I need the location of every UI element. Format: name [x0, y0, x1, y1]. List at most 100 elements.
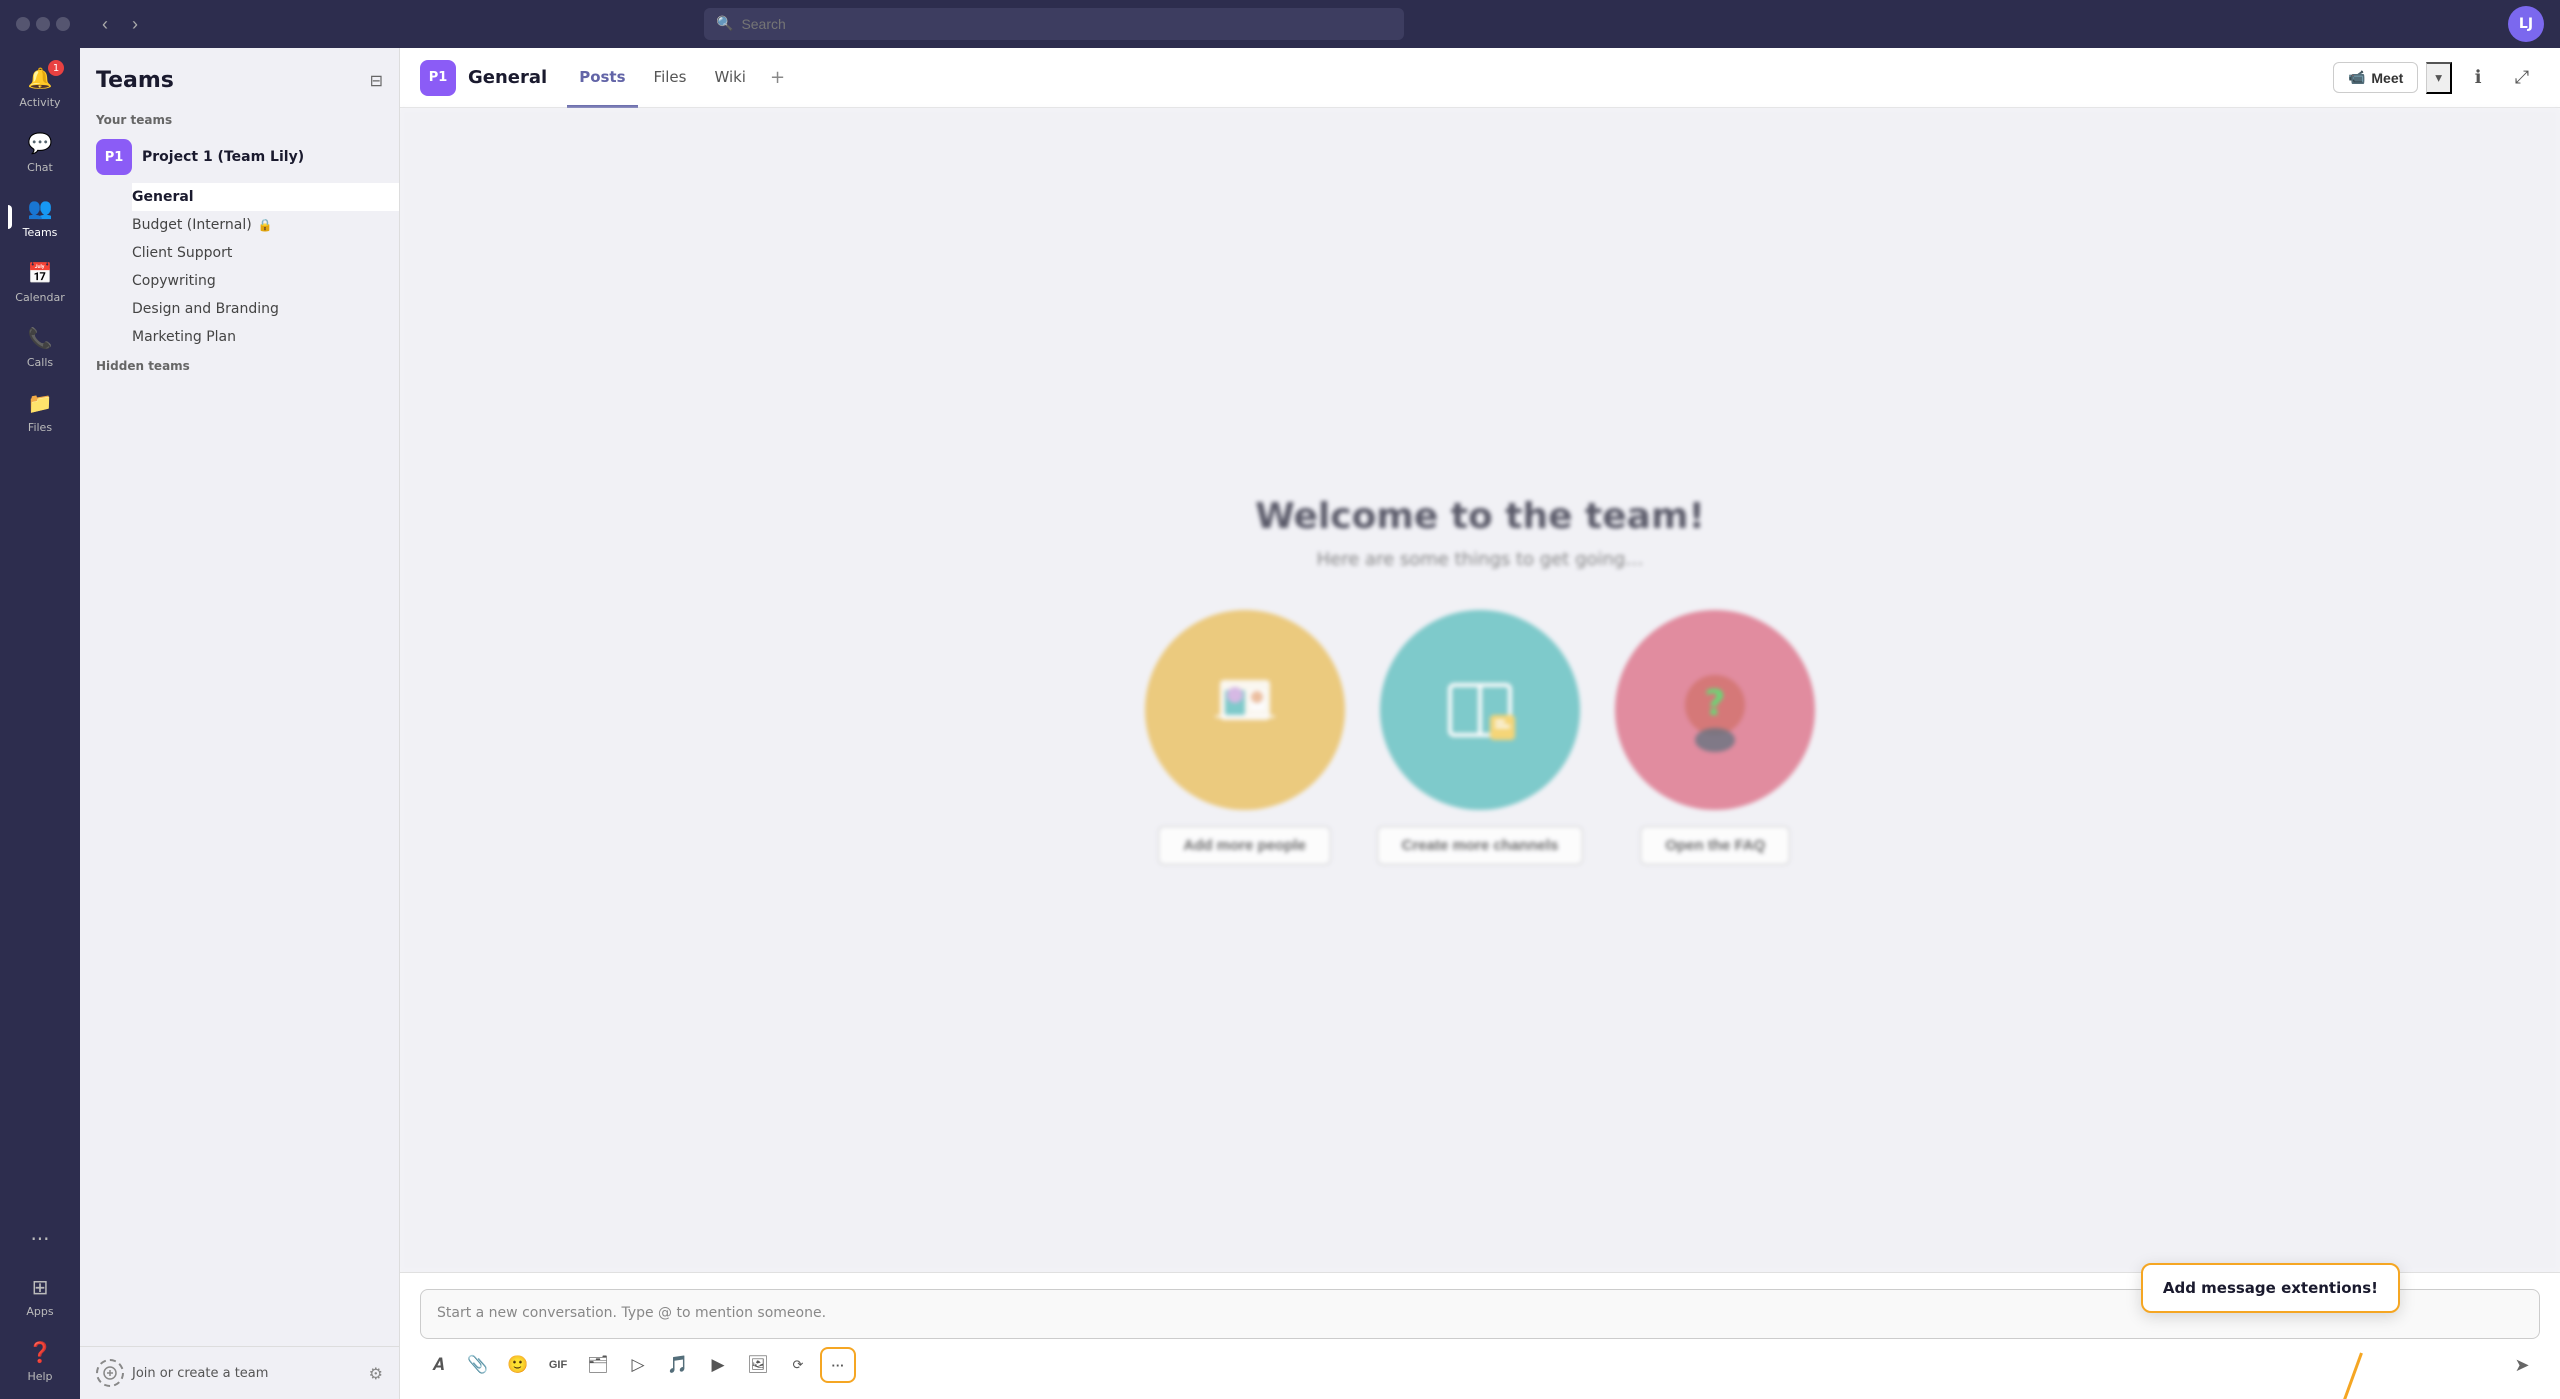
channel-general[interactable]: General: [132, 183, 399, 211]
image-icon: 🖼: [747, 1355, 769, 1375]
sidebar-item-apps[interactable]: ⊞ Apps: [8, 1265, 72, 1326]
tab-files[interactable]: Files: [642, 49, 699, 108]
files-label: Files: [28, 421, 52, 434]
gif-button[interactable]: GIF: [540, 1347, 576, 1383]
channel-name-client-support: Client Support: [132, 245, 232, 261]
sidebar-item-more[interactable]: ···: [8, 1217, 72, 1261]
apps-label: Apps: [26, 1305, 53, 1318]
welcome-subtitle: Here are some things to get going…: [1317, 549, 1644, 570]
nav-controls: ‹ ›: [94, 10, 146, 39]
filter-icon[interactable]: ⊟: [370, 71, 383, 90]
calendar-label: Calendar: [15, 291, 64, 304]
welcome-card-channels: Create more channels: [1377, 610, 1584, 865]
loop-button[interactable]: ⟳: [780, 1347, 816, 1383]
title-bar: ‹ › 🔍 LJ: [0, 0, 2560, 48]
header-right: 📹 Meet ▾ ℹ ⤢: [2333, 60, 2540, 96]
svg-text:?: ?: [1705, 683, 1726, 724]
info-button[interactable]: ℹ: [2460, 60, 2496, 96]
teams-header: Teams ⊟: [80, 48, 399, 105]
lock-icon: 🔒: [258, 218, 273, 232]
activity-badge: 1: [48, 60, 64, 76]
apps-icon: ⊞: [26, 1273, 54, 1301]
channel-copywriting[interactable]: Copywriting: [132, 267, 399, 295]
channel-name-header: General: [468, 67, 547, 88]
add-people-button[interactable]: Add more people: [1158, 826, 1331, 865]
meet-button[interactable]: 📹 Meet: [2333, 62, 2418, 93]
channel-design[interactable]: Design and Branding: [132, 295, 399, 323]
join-create-label: Join or create a team: [132, 1366, 268, 1381]
welcome-circle-faq: ?: [1615, 610, 1815, 810]
calls-label: Calls: [27, 356, 53, 369]
titlebar-right: LJ: [2508, 6, 2544, 42]
teams-icon: 👥: [26, 194, 54, 222]
compose-placeholder: Start a new conversation. Type @ to ment…: [437, 1305, 826, 1321]
main-content: P1 General Posts Files Wiki + 📹 Meet ▾ ℹ…: [400, 48, 2560, 1399]
settings-icon[interactable]: ⚙: [369, 1364, 383, 1383]
emoji-icon: 🙂: [507, 1355, 528, 1375]
join-create-team[interactable]: Join or create a team ⚙: [80, 1346, 399, 1399]
channel-name-budget: Budget (Internal): [132, 217, 252, 233]
meet-toolbar-icon: ▷: [631, 1355, 644, 1375]
back-button[interactable]: ‹: [94, 10, 116, 39]
channel-marketing[interactable]: Marketing Plan: [132, 323, 399, 351]
hidden-teams-label: Hidden teams: [80, 351, 399, 377]
meet-label: Meet: [2371, 70, 2403, 86]
main-layout: 1 🔔 Activity 💬 Chat 👥 Teams 📅 Calendar 📞…: [0, 48, 2560, 1399]
active-indicator: [8, 205, 12, 229]
channel-icon: P1: [420, 60, 456, 96]
meet-toolbar-button[interactable]: ▷: [620, 1347, 656, 1383]
maximize-dot: [56, 17, 70, 31]
welcome-cards: Add more people Create more channels: [1145, 610, 1816, 865]
help-label: Help: [27, 1370, 52, 1383]
tooltip-box: Add message extentions!: [2141, 1263, 2400, 1313]
sidebar-item-teams[interactable]: 👥 Teams: [8, 186, 72, 247]
video-button[interactable]: ▶: [700, 1347, 736, 1383]
channel-budget[interactable]: Budget (Internal) 🔒: [132, 211, 399, 239]
meet-icon: 📹: [2348, 69, 2365, 86]
emoji-button[interactable]: 🙂: [500, 1347, 536, 1383]
sidebar-item-files[interactable]: 📁 Files: [8, 381, 72, 442]
icon-sidebar: 1 🔔 Activity 💬 Chat 👥 Teams 📅 Calendar 📞…: [0, 48, 80, 1399]
forward-button[interactable]: ›: [124, 10, 146, 39]
channel-name-copywriting: Copywriting: [132, 273, 216, 289]
more-extensions-button[interactable]: ···: [820, 1347, 856, 1383]
add-tab-button[interactable]: +: [762, 48, 793, 107]
welcome-circle-people: [1145, 610, 1345, 810]
audio-icon: 🎵: [667, 1355, 688, 1375]
send-button[interactable]: ➤: [2504, 1347, 2540, 1383]
sidebar-item-calls[interactable]: 📞 Calls: [8, 316, 72, 377]
user-avatar[interactable]: LJ: [2508, 6, 2544, 42]
create-channels-button[interactable]: Create more channels: [1377, 826, 1584, 865]
tab-wiki[interactable]: Wiki: [702, 49, 758, 108]
window-controls: [16, 17, 70, 31]
audio-button[interactable]: 🎵: [660, 1347, 696, 1383]
sidebar-item-calendar[interactable]: 📅 Calendar: [8, 251, 72, 312]
sidebar-item-help[interactable]: ❓ Help: [8, 1330, 72, 1391]
more-extensions-icon: ···: [832, 1358, 845, 1373]
teams-panel: Teams ⊟ Your teams P1 Project 1 (Team Li…: [80, 48, 400, 1399]
attach-icon: 📎: [467, 1355, 488, 1375]
meet-dropdown-button[interactable]: ▾: [2426, 62, 2452, 94]
attach-button[interactable]: 📎: [460, 1347, 496, 1383]
channel-name-general: General: [132, 189, 194, 205]
sidebar-item-chat[interactable]: 💬 Chat: [8, 121, 72, 182]
sticker-button[interactable]: 🗂: [580, 1347, 616, 1383]
format-button[interactable]: 𝑨: [420, 1347, 456, 1383]
sticker-icon: 🗂: [587, 1355, 609, 1375]
team-name: Project 1 (Team Lily): [142, 149, 356, 165]
compose-wrapper: Add message extentions! Start a new conv…: [420, 1289, 2540, 1383]
team-project1[interactable]: P1 Project 1 (Team Lily) ···: [80, 131, 399, 183]
expand-button[interactable]: ⤢: [2504, 60, 2540, 96]
files-icon: 📁: [26, 389, 54, 417]
more-icon: ···: [26, 1225, 54, 1253]
open-faq-button[interactable]: Open the FAQ: [1640, 826, 1790, 865]
sidebar-item-activity[interactable]: 1 🔔 Activity: [8, 56, 72, 117]
channel-client-support[interactable]: Client Support: [132, 239, 399, 267]
channel-name-marketing: Marketing Plan: [132, 329, 236, 345]
compose-area: Add message extentions! Start a new conv…: [400, 1272, 2560, 1399]
image-button[interactable]: 🖼: [740, 1347, 776, 1383]
search-input[interactable]: [741, 16, 1392, 32]
search-bar[interactable]: 🔍: [704, 8, 1404, 40]
tab-posts[interactable]: Posts: [567, 49, 637, 108]
compose-toolbar: 𝑨 📎 🙂 GIF 🗂 ▷: [420, 1347, 2540, 1383]
